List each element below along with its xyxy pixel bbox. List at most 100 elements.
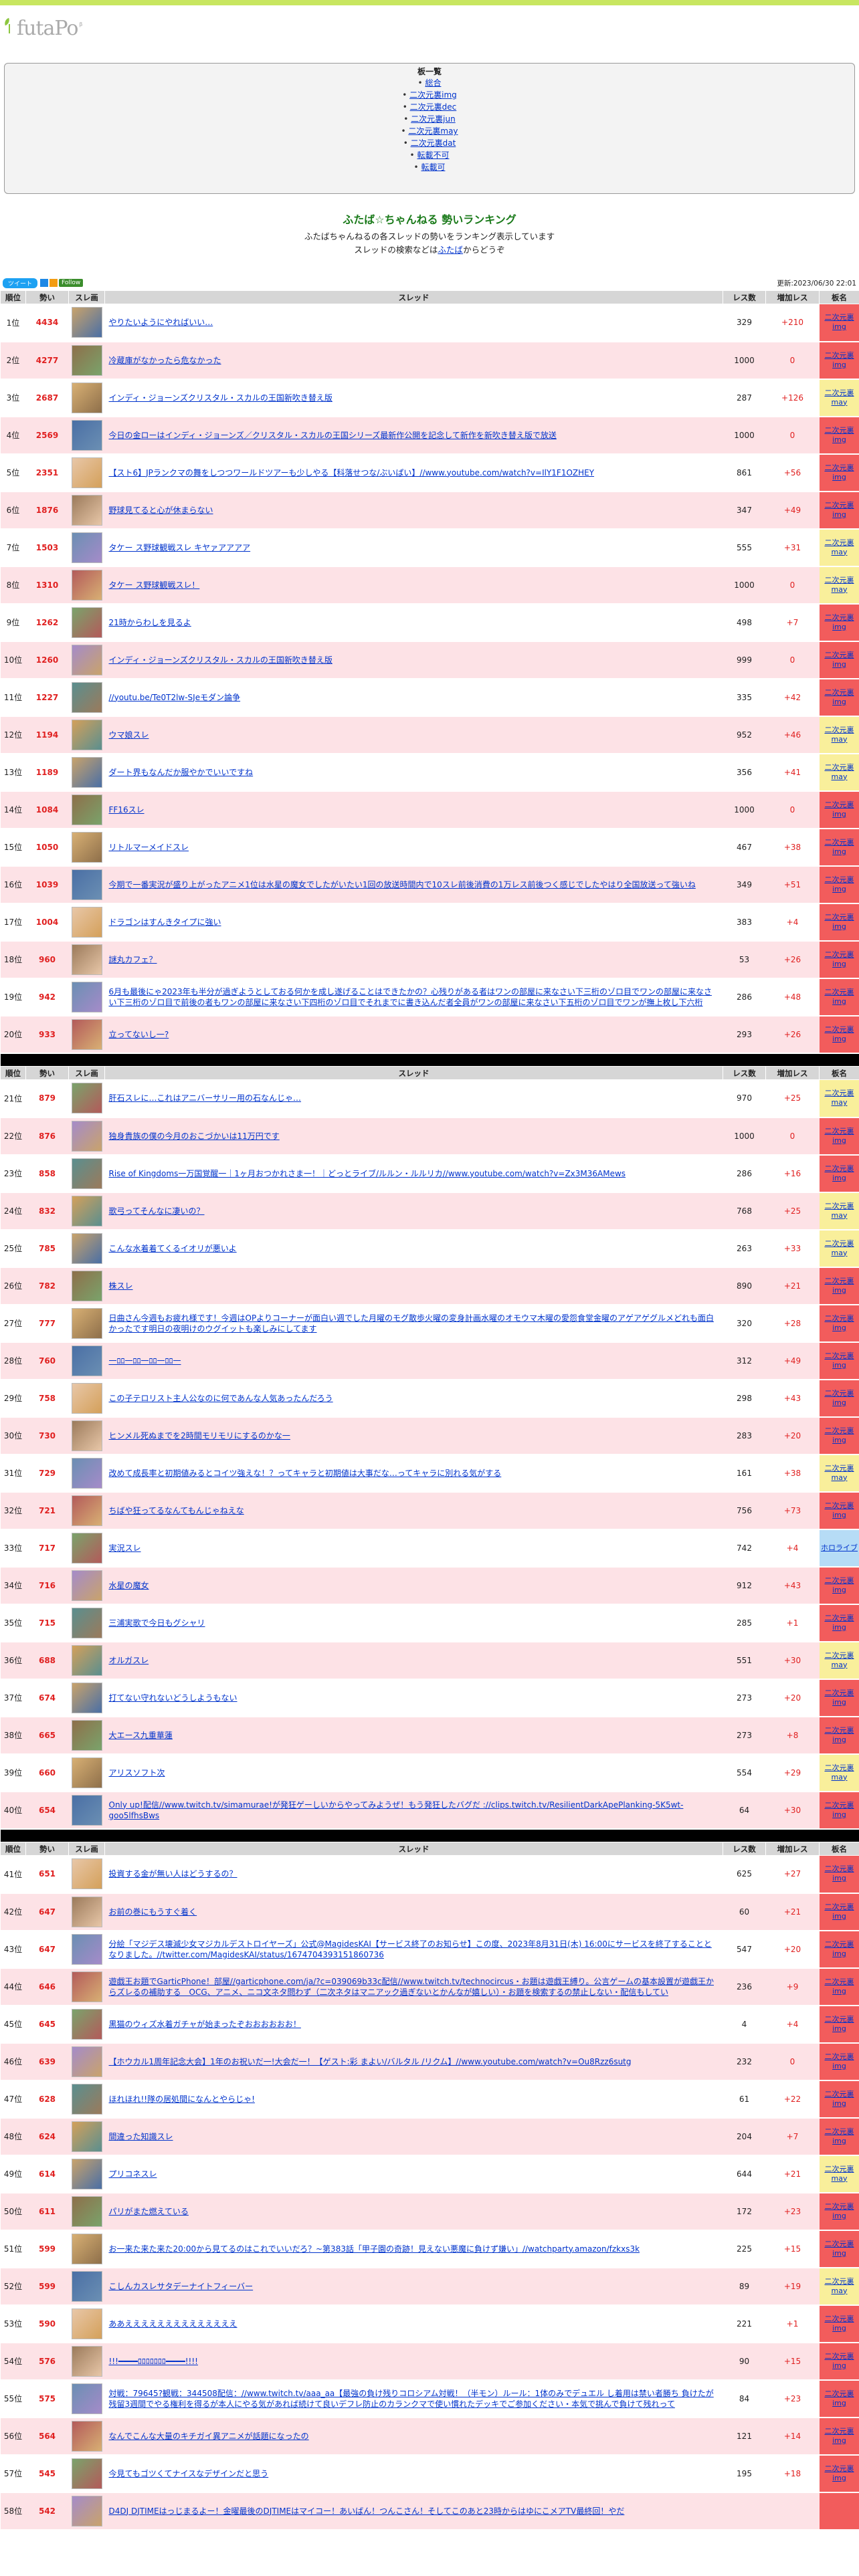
thread-link[interactable]: 遊戯王お題でGarticPhone！部屋//garticphone.com/ja… [109, 1977, 714, 1997]
thread-thumbnail[interactable] [71, 1195, 102, 1226]
thread-thumbnail[interactable] [71, 2158, 102, 2189]
thread-link[interactable]: 改めて成長率と初期値みるとコイツ強えな！？ってキャラと初期値は大事だな…ってキャ… [109, 1469, 502, 1478]
board-link[interactable]: 二次元裏img [825, 688, 854, 706]
thread-thumbnail[interactable] [71, 532, 102, 563]
thread-link[interactable]: お前の巻にもうすぐ着く [109, 1907, 197, 1917]
thread-link[interactable]: やりたいようにやればいい… [109, 318, 213, 327]
board-link[interactable]: 二次元裏img [825, 2240, 854, 2258]
board-link[interactable]: 二次元裏img [825, 1576, 854, 1594]
thread-thumbnail[interactable] [71, 494, 102, 526]
board-link[interactable]: 二次元裏img [825, 2090, 854, 2108]
thread-thumbnail[interactable] [71, 1532, 102, 1564]
thread-thumbnail[interactable] [71, 457, 102, 488]
thread-thumbnail[interactable] [71, 382, 102, 413]
thread-thumbnail[interactable] [71, 607, 102, 638]
thread-thumbnail[interactable] [71, 2383, 102, 2414]
board-link[interactable]: 二次元裏img [825, 1352, 854, 1370]
board-link[interactable]: 二次元裏img [825, 2202, 854, 2220]
board-link[interactable]: 二次元裏img [825, 1501, 854, 1519]
thread-link[interactable]: 謎丸カフェ？ [109, 955, 157, 964]
thread-link[interactable]: 今日の金ローはインディ・ジョーンズ／クリスタル・スカルの王国シリーズ最新作公開を… [109, 431, 557, 440]
thread-thumbnail[interactable] [71, 344, 102, 376]
thread-link[interactable]: リトルマーメイドスレ [109, 843, 189, 852]
thread-thumbnail[interactable] [71, 1607, 102, 1638]
thread-thumbnail[interactable] [71, 2495, 102, 2527]
thread-thumbnail[interactable] [71, 2083, 102, 2115]
thread-link[interactable]: インディ・ジョーンズクリスタル・スカルの王国新吹き替え版 [109, 393, 332, 403]
thread-thumbnail[interactable] [71, 644, 102, 675]
thread-link[interactable]: インディ・ジョーンズクリスタル・スカルの王国新吹き替え版 [109, 655, 332, 665]
thread-thumbnail[interactable] [71, 1457, 102, 1489]
board-link[interactable]: 二次元裏img [825, 1801, 854, 1819]
board-link[interactable]: 二次元裏img [825, 913, 854, 931]
board-link[interactable]: 二次元裏may [825, 538, 854, 556]
thread-link[interactable]: ドラゴンはすんきタイプに強い [109, 918, 221, 927]
board-link[interactable]: 総合 [425, 78, 441, 88]
thread-link[interactable]: ちばや狂ってるなんてもんじゃねえな [109, 1506, 244, 1515]
thread-thumbnail[interactable] [71, 2345, 102, 2377]
follow-button[interactable]: Follow [59, 279, 84, 287]
board-link[interactable]: 二次元裏may [825, 1763, 854, 1782]
thread-thumbnail[interactable] [71, 1719, 102, 1751]
thread-thumbnail[interactable] [71, 2420, 102, 2452]
thread-link[interactable]: お一来た来た来た20:00から見てるのはこれでいいだろ？~第383話「甲子園の奇… [109, 2244, 640, 2254]
thread-link[interactable]: 肝石スレに…これはアニバーサリー用の石なんじゃ… [109, 1093, 302, 1103]
thread-thumbnail[interactable] [71, 1757, 102, 1788]
board-link[interactable]: 二次元裏img [825, 651, 854, 669]
thread-link[interactable]: 三浦実歌で今日もグシャリ [109, 1618, 205, 1628]
board-link[interactable]: 二次元裏may [825, 763, 854, 781]
thread-thumbnail[interactable] [71, 1018, 102, 1050]
thread-link[interactable]: ウマ娘スレ [109, 730, 149, 740]
board-link[interactable]: 二次元裏may [825, 1464, 854, 1482]
thread-thumbnail[interactable] [71, 906, 102, 938]
board-link[interactable]: ホロライブ [821, 1543, 858, 1552]
thread-link[interactable]: 大エース九重華蓮 [109, 1731, 173, 1740]
board-link[interactable]: 二次元裏img [825, 2315, 854, 2333]
board-link[interactable]: 二次元裏img [825, 1903, 854, 1921]
board-link[interactable]: 二次元裏may [825, 576, 854, 594]
board-link[interactable]: 二次元裏img [825, 1977, 854, 1996]
board-link[interactable]: 二次元裏dec [410, 102, 457, 112]
thread-thumbnail[interactable] [71, 2008, 102, 2040]
thread-thumbnail[interactable] [71, 1382, 102, 1414]
thread-link[interactable]: 今期で一番実況が盛り上がったアニメ1位は水星の魔女でしたがいたい1回の放送時間内… [109, 880, 696, 889]
thread-link[interactable]: タケー ス野球観戦スレ キヤァアアアア [109, 543, 251, 552]
thread-link[interactable]: 対戦：79645?観戦：344508配信：//www.twitch.tv/aaa… [109, 2389, 714, 2409]
thread-link[interactable]: タケー ス野球観戦スレ！ [109, 580, 200, 590]
board-link[interactable]: 二次元裏img [825, 351, 854, 369]
thread-thumbnail[interactable] [71, 1794, 102, 1826]
thread-thumbnail[interactable] [71, 1420, 102, 1451]
board-link[interactable]: 二次元裏img [825, 2352, 854, 2370]
thread-link[interactable]: D4DJ DJTIMEはっじまるよー！金曜最後のDJTIMEはマイコー！あいばん… [109, 2506, 625, 2516]
thread-link[interactable]: 水星の魔女 [109, 1581, 149, 1590]
thread-thumbnail[interactable] [71, 307, 102, 338]
thread-thumbnail[interactable] [71, 831, 102, 863]
board-link[interactable]: 二次元裏img [825, 313, 854, 331]
board-link[interactable]: 二次元裏img [409, 90, 457, 100]
tweet-button[interactable]: ツイート [3, 278, 38, 288]
board-link[interactable]: 二次元裏may [408, 126, 458, 136]
board-link[interactable]: 二次元裏img [825, 1164, 854, 1182]
board-link[interactable]: 二次元裏may [825, 2165, 854, 2183]
thread-link[interactable]: こんな水着着てくるイオリが悪いよ [109, 1244, 237, 1253]
thread-link[interactable]: //youtu.be/Te0T2lw-SJeモダン論争 [109, 693, 241, 702]
thread-thumbnail[interactable] [71, 2233, 102, 2264]
thread-thumbnail[interactable] [71, 1232, 102, 1264]
thread-link[interactable]: ああええええええええええええええ [109, 2319, 237, 2329]
thread-link[interactable]: 【ホウカル1周年記念大会】1年のお祝いだ一!大会だ一！【ゲスト:彩 まよい/バル… [109, 2057, 632, 2066]
thread-link[interactable]: 一ﾛﾛ一ﾛﾛ一ﾛﾛ一ﾛﾛ一 [109, 1356, 181, 1366]
board-link[interactable]: 二次元裏img [825, 1689, 854, 1707]
board-link[interactable]: 二次元裏may [825, 726, 854, 744]
thread-thumbnail[interactable] [71, 1971, 102, 2002]
board-link[interactable]: 二次元裏img [825, 1025, 854, 1043]
thread-link[interactable]: プリコネスレ [109, 2169, 157, 2179]
thread-thumbnail[interactable] [71, 1120, 102, 1152]
thread-link[interactable]: FF16スレ [109, 805, 145, 815]
thread-thumbnail[interactable] [71, 1858, 102, 1890]
thread-thumbnail[interactable] [71, 1158, 102, 1189]
board-link[interactable]: 二次元裏img [825, 613, 854, 631]
board-link[interactable]: 二次元裏img [825, 463, 854, 481]
thread-link[interactable]: 株スレ [109, 1281, 133, 1291]
thread-link[interactable]: 実況スレ [109, 1543, 141, 1553]
thread-thumbnail[interactable] [71, 1307, 102, 1339]
